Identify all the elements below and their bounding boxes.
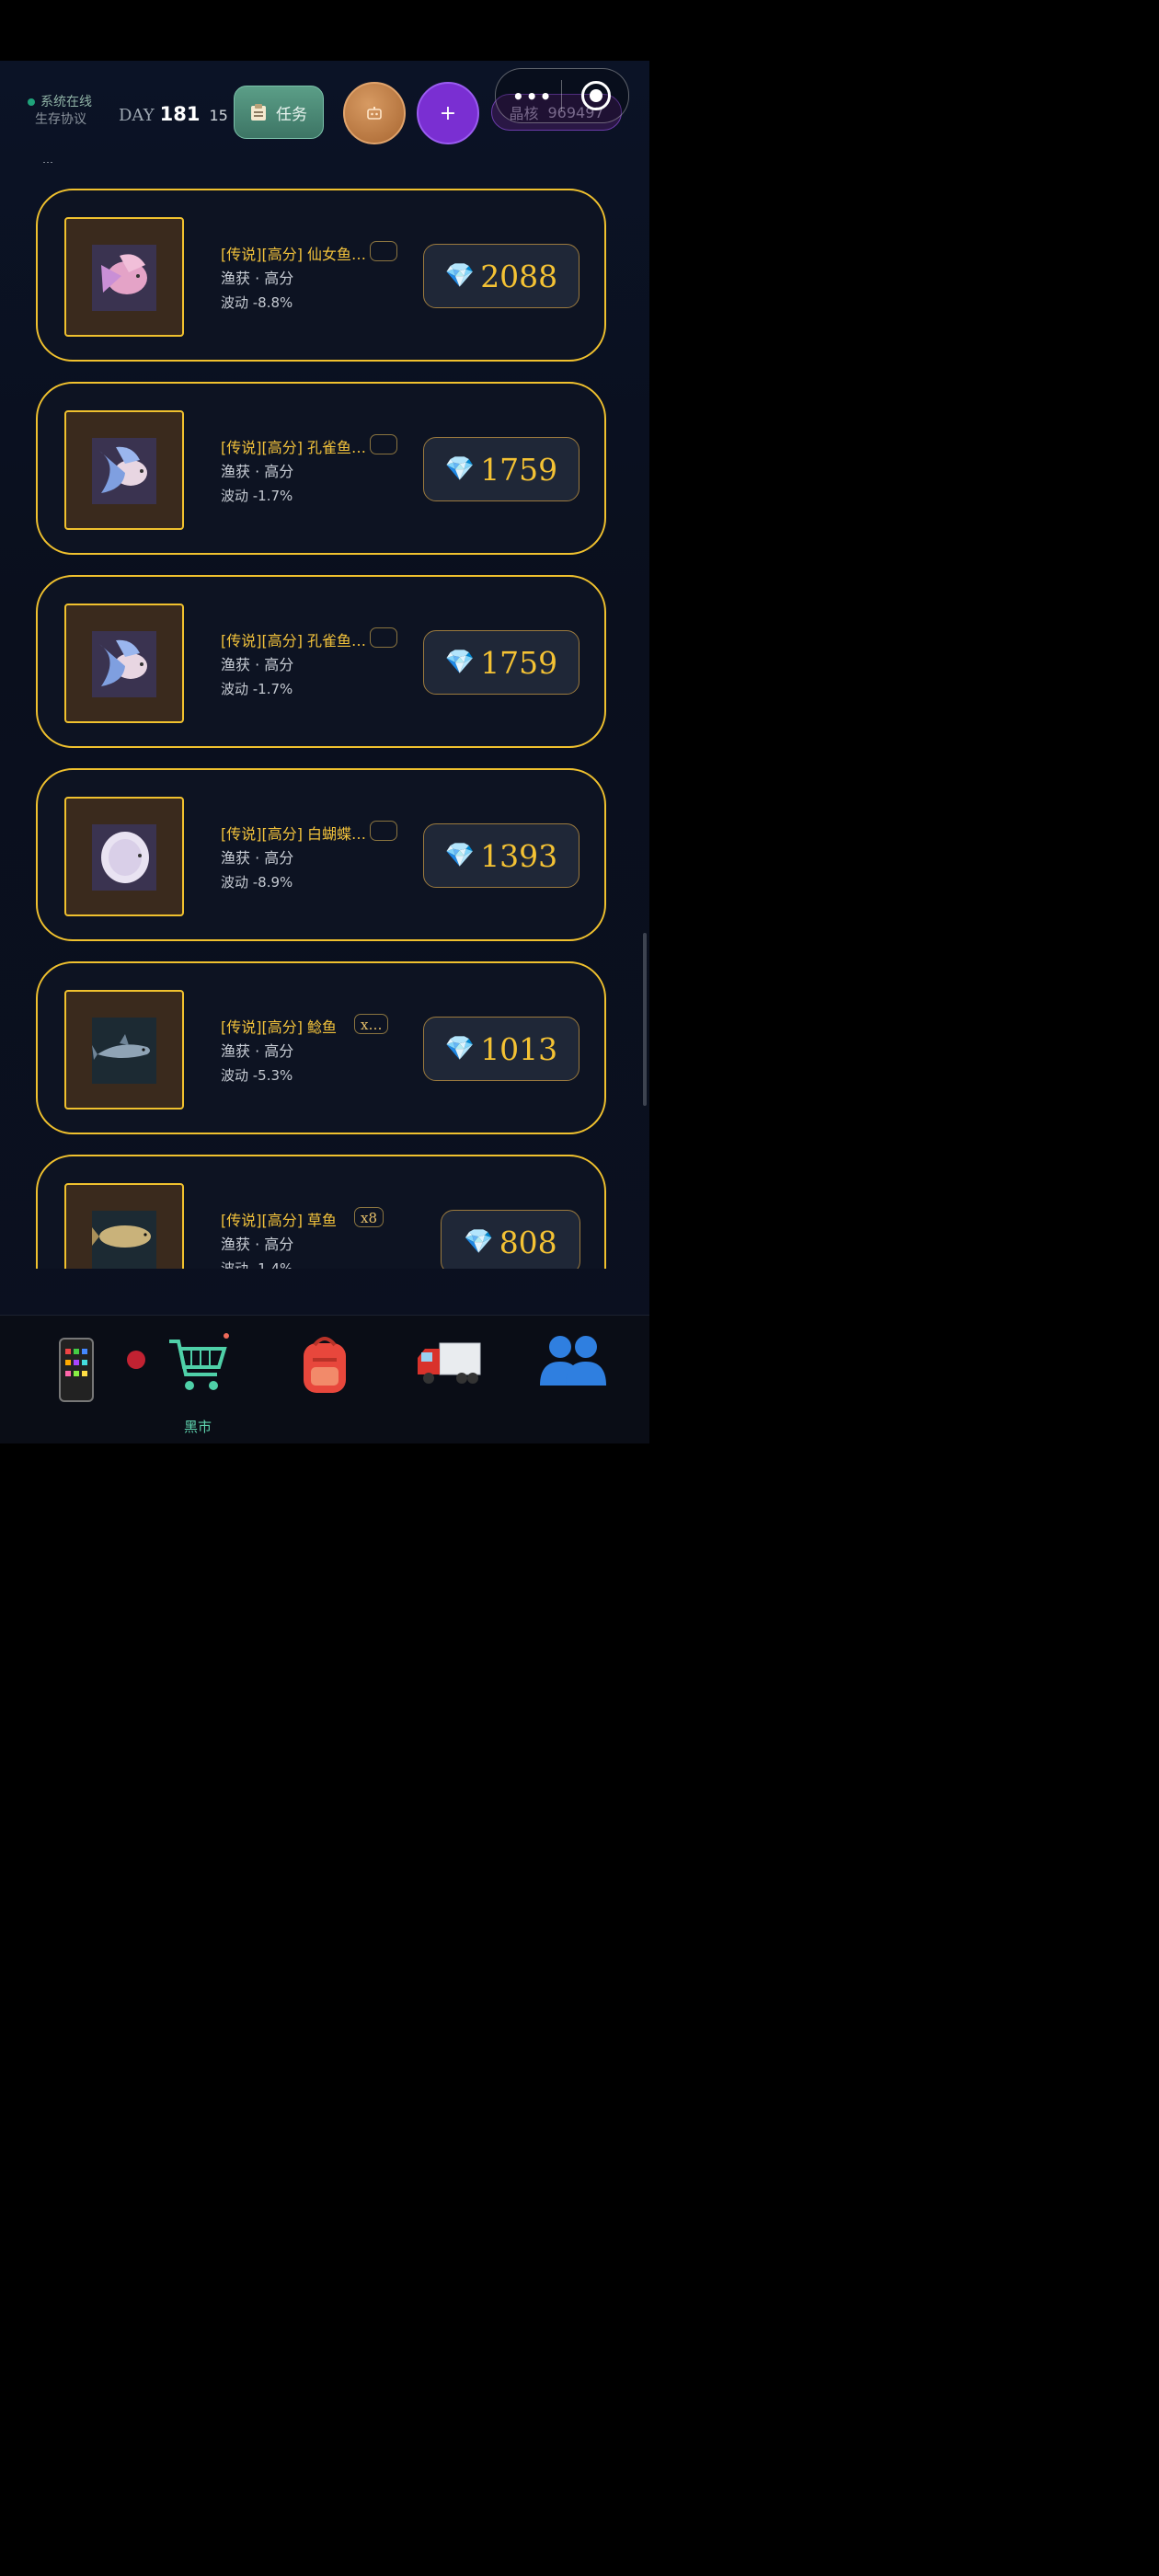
item-volatility: 波动 -1.7% [221, 681, 293, 697]
buy-price-button[interactable]: 💎 1393 [423, 823, 580, 888]
price-value: 1013 [480, 1030, 558, 1067]
day-number: 181 [159, 103, 201, 125]
item-name: [传说][高分] 鲶鱼 [221, 1018, 338, 1036]
item-quantity: x8 [354, 1207, 384, 1227]
item-quantity [370, 627, 397, 648]
list-item[interactable]: [传说][高分] 鲶鱼 x… 渔获 · 高分 波动 -5.3% 💎 1013 [36, 961, 606, 1134]
robot-button[interactable] [343, 82, 406, 144]
item-name: [传说][高分] 仙女鱼… [221, 246, 367, 263]
day-counter: DAY 181 15 [119, 103, 228, 125]
list-item[interactable]: [传说][高分] 孔雀鱼… 渔获 · 高分 波动 -1.7% 💎 1759 [36, 382, 606, 555]
diamond-icon: 💎 [444, 649, 476, 676]
price-value: 808 [499, 1224, 557, 1260]
survival-protocol-link[interactable]: 生存协议 [28, 111, 92, 129]
status-online-text: 系统在线 [40, 95, 92, 109]
nav-label-black-market: 黑市 [183, 1419, 212, 1435]
online-dot-icon [28, 98, 35, 106]
buy-price-button[interactable]: 💎 2088 [423, 244, 580, 308]
nav-item-phone[interactable] [35, 1330, 145, 1422]
target-icon[interactable] [581, 81, 611, 110]
item-volatility: 波动 -8.8% [221, 294, 293, 311]
price-value: 1393 [480, 837, 558, 874]
task-button[interactable]: 任务 [234, 86, 324, 139]
item-volatility: 波动 -5.3% [221, 1067, 293, 1084]
betta-blue-icon [92, 438, 156, 504]
task-label: 任务 [276, 105, 307, 124]
shopping-cart-icon [156, 1330, 239, 1417]
item-name: [传说][高分] 孔雀鱼… [221, 439, 367, 456]
item-category: 渔获 · 高分 [221, 849, 294, 867]
capsule-divider [561, 80, 562, 111]
partial-hidden-text: … [42, 162, 153, 166]
catfish-icon [92, 1018, 156, 1084]
list-item[interactable]: [传说][高分] 孔雀鱼… 渔获 · 高分 波动 -1.7% 💎 1759 [36, 575, 606, 748]
add-button[interactable]: + [417, 82, 479, 144]
list-item[interactable]: [传说][高分] 仙女鱼… 渔获 · 高分 波动 -8.8% 💎 2088 [36, 189, 606, 362]
buy-price-button[interactable]: 💎 1759 [423, 630, 580, 695]
item-name: [传说][高分] 白蝴蝶… [221, 825, 367, 843]
item-image-frame [64, 410, 184, 530]
nav-item-black-market[interactable]: 黑市 [156, 1330, 239, 1435]
buy-price-button[interactable]: 💎 1759 [423, 437, 580, 501]
discus-icon [92, 824, 156, 891]
list-item[interactable]: [传说][高分] 草鱼 x8 渔获 · 高分 波动 -1.4% 💎 808 [36, 1155, 606, 1269]
item-image-frame [64, 604, 184, 723]
phone-icon [35, 1330, 118, 1420]
mini-program-capsule: ••• [495, 68, 629, 123]
bottom-navigation: 黑市 [0, 1315, 649, 1443]
buy-price-button[interactable]: 💎 1013 [423, 1017, 580, 1081]
top-header: 系统在线 生存协议 DAY 181 15 任务 + 晶核 969497 ••• [0, 61, 649, 162]
system-status: 系统在线 生存协议 [28, 94, 92, 129]
nav-item-people[interactable] [532, 1330, 614, 1422]
backpack-icon [283, 1330, 366, 1417]
item-category: 渔获 · 高分 [221, 1042, 294, 1060]
list-item[interactable]: [传说][高分] 白蝴蝶… 渔获 · 高分 波动 -8.9% 💎 1393 [36, 768, 606, 941]
more-dots-icon[interactable]: ••• [512, 86, 553, 108]
diamond-icon: 💎 [464, 1228, 494, 1256]
add-symbol: + [439, 101, 457, 125]
robot-icon [367, 107, 382, 120]
diamond-icon: 💎 [444, 455, 476, 483]
scrollbar[interactable] [643, 933, 647, 1106]
item-quantity [370, 821, 397, 841]
price-value: 2088 [480, 258, 558, 294]
market-list: … [传说][高分] 仙女鱼… 渔获 · 高分 波动 -8.8% 💎 2088 … [0, 162, 649, 1269]
item-quantity [370, 434, 397, 454]
item-category: 渔获 · 高分 [221, 1236, 294, 1253]
day-label: DAY [119, 106, 155, 125]
buy-price-button[interactable]: 💎 808 [441, 1210, 580, 1269]
carp-icon [92, 1211, 156, 1269]
item-image-frame [64, 1183, 184, 1269]
item-category: 渔获 · 高分 [221, 270, 294, 287]
item-volatility: 波动 -1.7% [221, 488, 293, 504]
betta-blue-icon [92, 631, 156, 697]
betta-pink-icon [92, 245, 156, 311]
diamond-icon: 💎 [444, 842, 476, 869]
nav-item-truck[interactable] [407, 1330, 490, 1422]
diamond-icon: 💎 [444, 1035, 476, 1063]
item-volatility: 波动 -8.9% [221, 874, 293, 891]
day-sub: 15 [209, 107, 228, 124]
people-icon [532, 1330, 614, 1408]
item-quantity [370, 241, 397, 261]
truck-icon [407, 1330, 490, 1413]
nav-item-backpack[interactable] [283, 1330, 366, 1422]
item-category: 渔获 · 高分 [221, 463, 294, 480]
item-name: [传说][高分] 孔雀鱼… [221, 632, 367, 650]
item-image-frame [64, 990, 184, 1110]
item-image-frame [64, 797, 184, 916]
diamond-icon: 💎 [444, 262, 476, 290]
notification-badge [127, 1351, 145, 1369]
price-value: 1759 [480, 644, 558, 681]
price-value: 1759 [480, 451, 558, 488]
item-category: 渔获 · 高分 [221, 656, 294, 673]
clipboard-icon [251, 104, 266, 121]
item-volatility: 波动 -1.4% [221, 1260, 293, 1269]
item-image-frame [64, 217, 184, 337]
item-name: [传说][高分] 草鱼 [221, 1212, 338, 1229]
item-quantity: x… [354, 1014, 389, 1034]
